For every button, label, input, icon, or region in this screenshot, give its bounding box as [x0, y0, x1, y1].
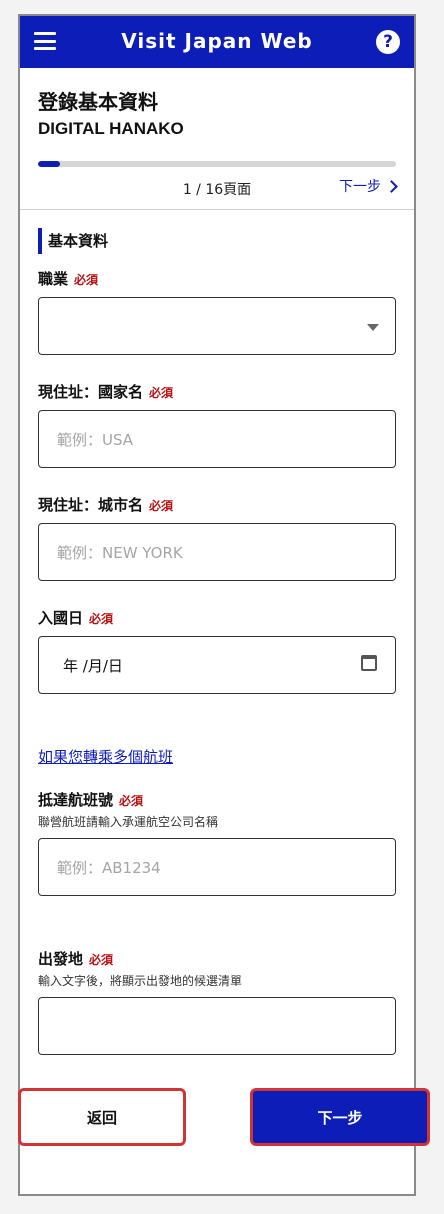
departure-hint: 輸入文字後，將顯示出發地的候選清單 [38, 974, 243, 988]
city-placeholder: 範例：NEW YORK [57, 543, 183, 562]
flight-input[interactable]: 範例：AB1234 [38, 838, 396, 896]
required-badge: 必須 [119, 794, 144, 808]
country-label-text: 現住址：國家名 [38, 383, 144, 401]
calendar-icon[interactable] [361, 655, 377, 671]
occupation-field: 職業 必須 [38, 268, 396, 355]
occupation-select[interactable] [38, 297, 396, 355]
occupation-label: 職業 必須 [38, 268, 396, 289]
entry-date-field: 入國日 必須 年 /月/日 [38, 607, 396, 694]
basic-info-form: 基本資料 職業 必須 現住址：國家名 必須 範例：USA 現住址：城市名 必須 … [20, 228, 414, 1055]
required-badge: 必須 [149, 386, 174, 400]
departure-field: 出發地 必須 輸入文字後，將顯示出發地的候選清單 [38, 948, 396, 1055]
entry-date-value: 年 /月/日 [63, 656, 123, 675]
occupation-label-text: 職業 [38, 270, 69, 288]
multiple-flights-link[interactable]: 如果您轉乘多個航班 [38, 746, 173, 767]
city-label: 現住址：城市名 必須 [38, 494, 396, 515]
back-button[interactable]: 返回 [18, 1088, 186, 1146]
footer-buttons: 返回 下一步 [18, 1088, 430, 1146]
country-label: 現住址：國家名 必須 [38, 381, 396, 402]
country-field: 現住址：國家名 必須 範例：USA [38, 381, 396, 468]
entry-date-label-text: 入國日 [38, 609, 84, 627]
next-page-link[interactable]: 下一步 [339, 176, 398, 196]
required-badge: 必須 [74, 273, 99, 287]
next-button[interactable]: 下一步 [250, 1088, 430, 1146]
country-placeholder: 範例：USA [57, 430, 134, 449]
required-badge: 必須 [89, 612, 114, 626]
departure-input[interactable] [38, 997, 396, 1055]
top-bar: Visit Japan Web ? [20, 16, 414, 68]
divider [20, 209, 414, 210]
city-field: 現住址：城市名 必須 範例：NEW YORK [38, 494, 396, 581]
flight-label: 抵達航班號 必須 [38, 789, 396, 810]
page-header: 登錄基本資料 DIGITAL HANAKO 1 / 16頁面 下一步 [20, 68, 414, 205]
chevron-right-icon [385, 179, 398, 193]
phone-frame: Visit Japan Web ? 登錄基本資料 DIGITAL HANAKO … [18, 14, 416, 1196]
city-label-text: 現住址：城市名 [38, 496, 144, 514]
required-badge: 必須 [149, 499, 174, 513]
transfer-link-row: 如果您轉乘多個航班 [38, 746, 396, 767]
help-icon[interactable]: ? [376, 30, 400, 54]
next-page-label: 下一步 [339, 179, 381, 195]
user-name: DIGITAL HANAKO [38, 119, 184, 138]
departure-label: 出發地 必須 [38, 948, 396, 969]
flight-label-text: 抵達航班號 [38, 791, 114, 809]
section-title: 基本資料 [38, 228, 396, 254]
flight-field: 抵達航班號 必須 聯營航班請輸入承運航空公司名稱 範例：AB1234 [38, 789, 396, 896]
required-badge: 必須 [89, 953, 114, 967]
city-input[interactable]: 範例：NEW YORK [38, 523, 396, 581]
entry-date-input[interactable]: 年 /月/日 [38, 636, 396, 694]
country-input[interactable]: 範例：USA [38, 410, 396, 468]
flight-hint: 聯營航班請輸入承運航空公司名稱 [38, 815, 219, 829]
progress-row: 1 / 16頁面 下一步 [38, 167, 398, 205]
entry-date-label: 入國日 必須 [38, 607, 396, 628]
page-title: 登錄基本資料 [38, 90, 158, 114]
departure-label-text: 出發地 [38, 950, 84, 968]
app-title: Visit Japan Web [121, 29, 313, 53]
flight-placeholder: 範例：AB1234 [57, 858, 161, 877]
dropdown-caret-icon [367, 324, 379, 331]
